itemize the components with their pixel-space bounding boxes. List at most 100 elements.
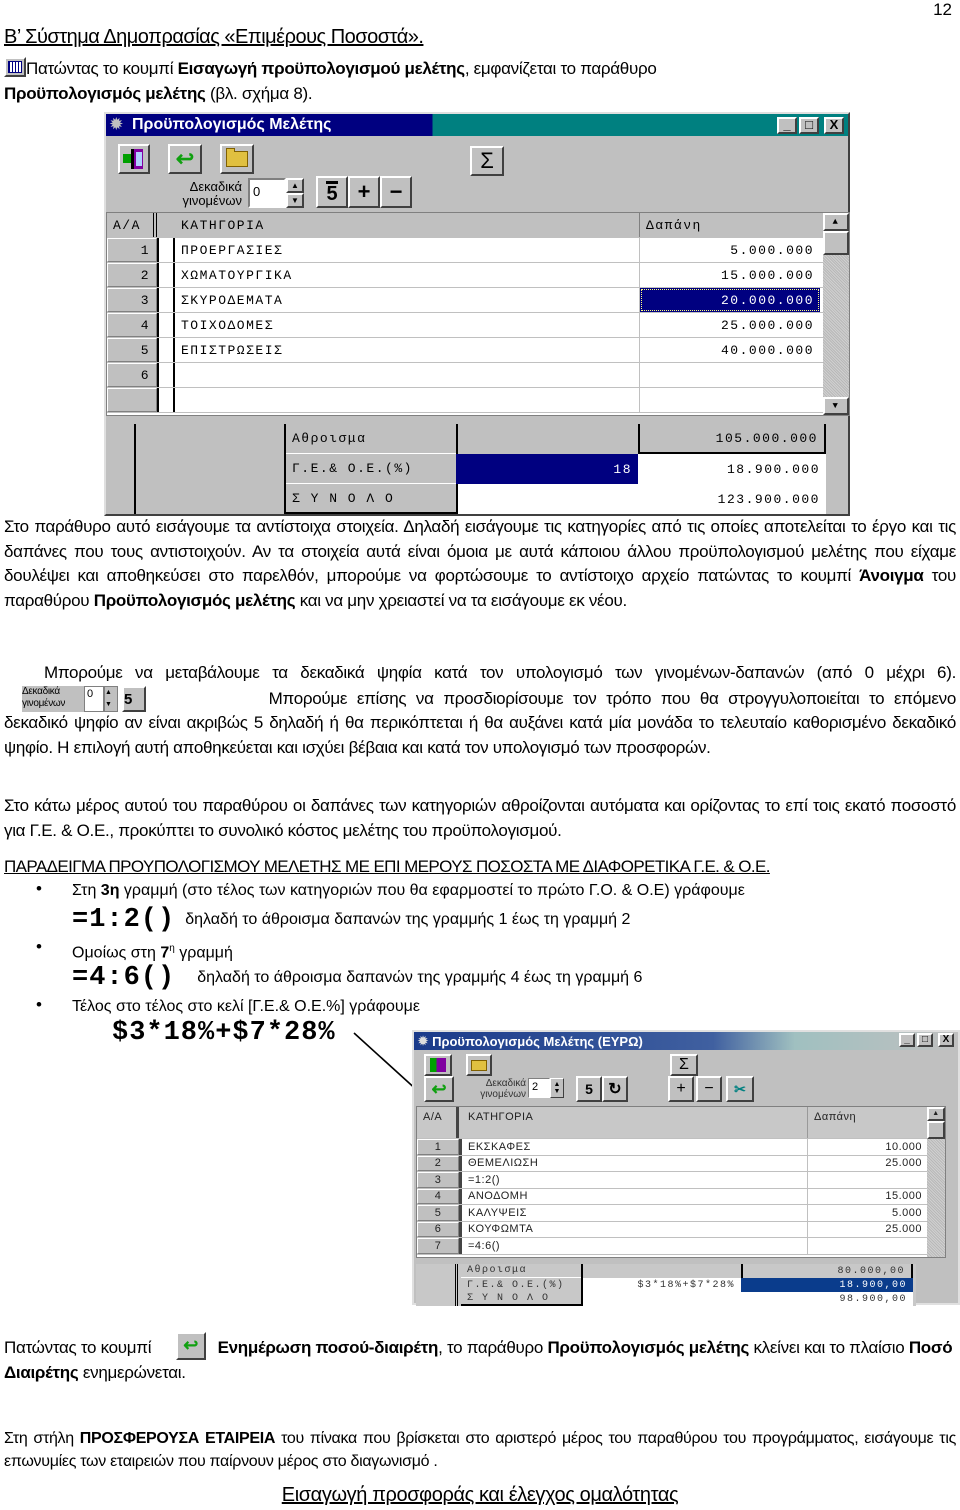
- remove-row-button[interactable]: −: [696, 1076, 722, 1102]
- category-cell[interactable]: ΚΟΥΦΩΜΤΑ: [462, 1221, 808, 1237]
- decimals-spin-button[interactable]: ▲ ▼: [550, 1078, 564, 1098]
- exit-button[interactable]: [118, 144, 150, 174]
- decimals-down-button[interactable]: ▼: [286, 193, 304, 208]
- row-number[interactable]: 1: [107, 238, 157, 262]
- inline-spin-arrows-icon[interactable]: ▲ ▼: [104, 685, 118, 712]
- cost-cell[interactable]: 20.000.000: [640, 288, 820, 312]
- column-header-cost[interactable]: Δαπάνη: [808, 1107, 928, 1138]
- cost-cell[interactable]: 15.000: [808, 1189, 928, 1205]
- category-cell[interactable]: ΕΠΙΣΤΡΩΣΕΙΣ: [175, 338, 640, 362]
- row-number[interactable]: 5: [107, 338, 157, 362]
- open-button[interactable]: [466, 1054, 492, 1076]
- decimals-up-button[interactable]: ▲: [286, 178, 304, 193]
- scroll-up-button[interactable]: ▲: [927, 1107, 945, 1121]
- category-cell[interactable]: [175, 363, 640, 387]
- table-row[interactable]: [107, 388, 849, 413]
- table-row[interactable]: 3 ΣΚΥΡΟΔΕΜΑΤΑ 20.000.000: [107, 288, 849, 313]
- row-number[interactable]: [107, 388, 157, 412]
- update-button-inline[interactable]: ↩: [175, 1332, 206, 1360]
- inline-decimals-input[interactable]: 0: [84, 685, 104, 712]
- rounding-button[interactable]: 5: [576, 1076, 602, 1102]
- table-row[interactable]: 4 ΑΝΟΔΟΜΗ 15.000: [417, 1188, 945, 1205]
- row-number[interactable]: 7: [417, 1238, 459, 1254]
- scroll-thumb[interactable]: [823, 231, 849, 255]
- column-header-category[interactable]: ΚΑΤΗΓΟΡΙΑ: [462, 1107, 808, 1138]
- category-cell[interactable]: ΧΩΜΑΤΟΥΡΓΙΚΑ: [175, 263, 640, 287]
- cost-cell[interactable]: [808, 1238, 928, 1254]
- row-number[interactable]: 3: [107, 288, 157, 312]
- category-cell[interactable]: =1:2(): [462, 1172, 808, 1188]
- table-row[interactable]: 7 =4:6(): [417, 1238, 945, 1255]
- category-cell[interactable]: ΚΑΛΥΨΕΙΣ: [462, 1205, 808, 1221]
- category-cell[interactable]: ΕΚΣΚΑΦΕΣ: [462, 1139, 808, 1155]
- add-row-button[interactable]: +: [348, 176, 380, 208]
- table-row[interactable]: 4 ΤΟΙΧΟΔΟΜΕΣ 25.000.000: [107, 313, 849, 338]
- row-number[interactable]: 1: [417, 1139, 459, 1155]
- category-cell[interactable]: ΣΚΥΡΟΔΕΜΑΤΑ: [175, 288, 640, 312]
- ge-percent-input[interactable]: 18: [456, 454, 638, 484]
- cost-cell[interactable]: [640, 388, 820, 412]
- inline-rounding-button[interactable]: 5: [122, 685, 146, 712]
- vertical-scrollbar[interactable]: ▲ ▼: [823, 213, 849, 415]
- open-button[interactable]: [220, 144, 254, 174]
- scroll-up-button[interactable]: ▲: [823, 213, 849, 231]
- column-header-aa[interactable]: Α/Α: [107, 213, 157, 237]
- sum-button[interactable]: Σ: [670, 1054, 698, 1076]
- cost-cell[interactable]: 5.000: [808, 1205, 928, 1221]
- table-row[interactable]: 1 ΠΡΟΕΡΓΑΣΙΕΣ 5.000.000: [107, 238, 849, 263]
- cost-cell[interactable]: 5.000.000: [640, 238, 820, 262]
- column-header-aa[interactable]: Α/Α: [417, 1107, 459, 1138]
- scroll-down-button[interactable]: ▼: [823, 397, 849, 415]
- decimals-input[interactable]: 0: [248, 178, 286, 208]
- cost-cell[interactable]: [808, 1172, 928, 1188]
- table-row[interactable]: 5 ΕΠΙΣΤΡΩΣΕΙΣ 40.000.000: [107, 338, 849, 363]
- exit-button[interactable]: [424, 1054, 452, 1076]
- sum-button[interactable]: Σ: [470, 146, 504, 176]
- scroll-thumb[interactable]: [927, 1121, 945, 1139]
- remove-row-button[interactable]: −: [380, 176, 412, 208]
- table-row[interactable]: 2 ΘΕΜΕΛΙΩΣΗ 25.000: [417, 1155, 945, 1172]
- row-number[interactable]: 6: [107, 363, 157, 387]
- add-row-button[interactable]: +: [668, 1076, 694, 1102]
- table-row[interactable]: 6: [107, 363, 849, 388]
- rounding-button[interactable]: 5: [316, 176, 348, 208]
- table-row[interactable]: 6 ΚΟΥΦΩΜΤΑ 25.000: [417, 1221, 945, 1238]
- tools-button[interactable]: ✂: [726, 1076, 754, 1102]
- close-button[interactable]: X: [938, 1033, 954, 1047]
- column-header-cost[interactable]: Δαπάνη: [640, 213, 820, 237]
- row-number[interactable]: 4: [417, 1188, 459, 1204]
- minimize-button[interactable]: _: [899, 1033, 915, 1047]
- row-number[interactable]: 5: [417, 1205, 459, 1221]
- minimize-button[interactable]: _: [777, 117, 797, 134]
- row-number[interactable]: 6: [417, 1221, 459, 1237]
- category-cell[interactable]: [175, 388, 640, 412]
- row-number[interactable]: 4: [107, 313, 157, 337]
- cost-cell[interactable]: 25.000: [808, 1222, 928, 1238]
- category-cell[interactable]: ΘΕΜΕΛΙΩΣΗ: [462, 1155, 808, 1171]
- cost-cell[interactable]: 15.000.000: [640, 263, 820, 287]
- cost-cell[interactable]: 25.000: [808, 1156, 928, 1172]
- category-cell[interactable]: ΑΝΟΔΟΜΗ: [462, 1188, 808, 1204]
- maximize-button[interactable]: □: [917, 1033, 933, 1047]
- table-row[interactable]: 3 =1:2(): [417, 1172, 945, 1189]
- category-cell[interactable]: ΤΟΙΧΟΔΟΜΕΣ: [175, 313, 640, 337]
- cost-cell[interactable]: [640, 363, 820, 387]
- maximize-button[interactable]: □: [799, 117, 819, 134]
- table-row[interactable]: 2 ΧΩΜΑΤΟΥΡΓΙΚΑ 15.000.000: [107, 263, 849, 288]
- column-header-category[interactable]: ΚΑΤΗΓΟΡΙΑ: [175, 213, 640, 237]
- cost-cell[interactable]: 40.000.000: [640, 338, 820, 362]
- cost-cell[interactable]: 25.000.000: [640, 313, 820, 337]
- table-row[interactable]: 1 ΕΚΣΚΑΦΕΣ 10.000: [417, 1139, 945, 1156]
- decimals-input[interactable]: 2: [528, 1078, 550, 1098]
- category-cell[interactable]: =4:6(): [462, 1238, 808, 1254]
- redo-button[interactable]: ↻: [602, 1076, 628, 1102]
- ge-formula-input[interactable]: $3*18%+$7*28%: [581, 1278, 741, 1292]
- close-button[interactable]: X: [824, 117, 844, 134]
- table-row[interactable]: 5 ΚΑΛΥΨΕΙΣ 5.000: [417, 1205, 945, 1222]
- row-number[interactable]: 2: [107, 263, 157, 287]
- row-number[interactable]: 2: [417, 1155, 459, 1171]
- cost-cell[interactable]: 10.000: [808, 1139, 928, 1155]
- update-button[interactable]: ↩: [424, 1076, 454, 1102]
- update-button[interactable]: ↩: [168, 144, 202, 174]
- vertical-scrollbar[interactable]: ▲: [927, 1107, 945, 1257]
